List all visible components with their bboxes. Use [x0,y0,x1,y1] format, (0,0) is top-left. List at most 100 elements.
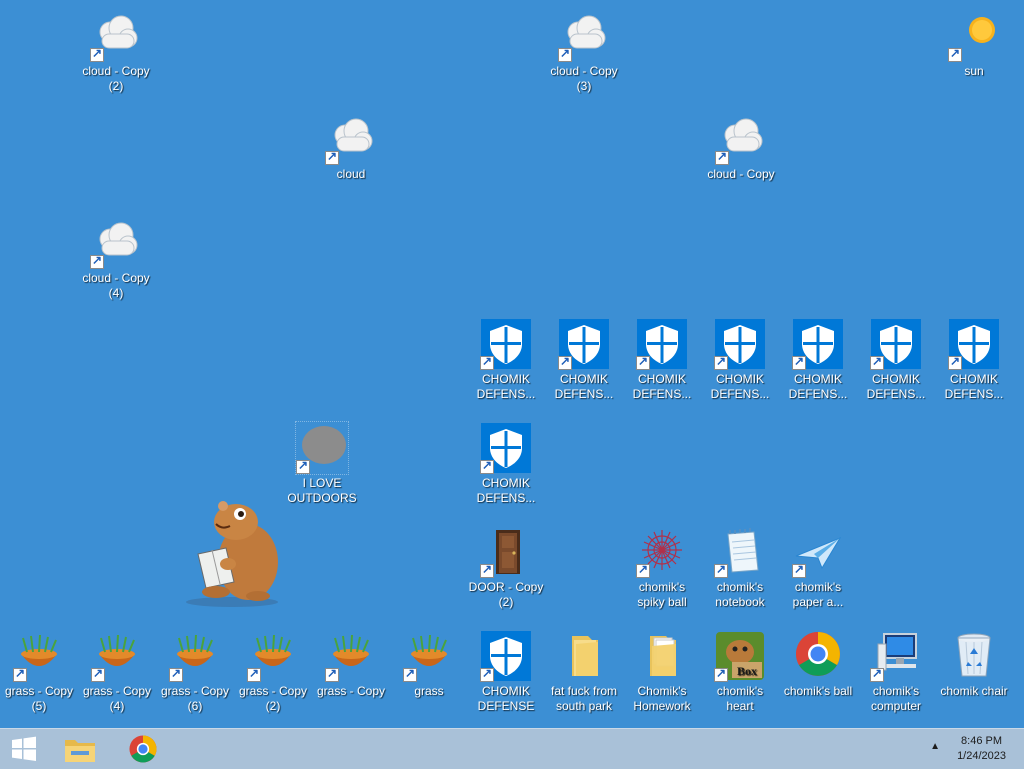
shortcut-arrow-icon [715,149,729,165]
desktop-icon-cloud-copy-3[interactable]: cloud - Copy (3) [546,10,622,94]
desktop-icon-door-copy-2[interactable]: DOOR - Copy (2) [468,526,544,610]
desktop-icon-grass-copy-5[interactable]: grass - Copy (5) [1,630,77,714]
shield-icon [792,318,844,370]
cloud-icon [90,10,142,62]
shortcut-arrow-icon [480,666,494,682]
chrome-taskbar-button[interactable] [119,729,167,769]
grass-basket-icon [403,630,455,682]
icon-label: CHOMIK DEFENS... [944,372,1004,401]
icon-label: CHOMIK DEFENS... [866,372,926,401]
shortcut-arrow-icon [247,666,261,682]
icon-label: fat fuck from south park [550,684,618,713]
desktop-icon-chomik-defense-7[interactable]: CHOMIK DEFENS... [936,318,1012,402]
shortcut-arrow-icon [90,46,104,62]
desktop-icon-i-love-outdoors[interactable]: I LOVE OUTDOORS [284,421,360,506]
folder-documents-icon [636,630,688,682]
desktop-icon-fat-fuck-folder[interactable]: fat fuck from south park [546,630,622,714]
paper-airplane-icon [792,526,844,578]
shortcut-arrow-icon [870,666,884,682]
hamster-reading-sticker [176,492,286,608]
grass-basket-icon [91,630,143,682]
windows-logo-icon [12,736,36,761]
desktop-icon-chomiks-homework[interactable]: Chomik's Homework [624,630,700,714]
grass-basket-icon [13,630,65,682]
svg-text:Box: Box [737,664,757,678]
icon-label: sun [964,64,984,78]
desktop-icon-chomik-defense-5[interactable]: CHOMIK DEFENS... [780,318,856,402]
icon-label: CHOMIK DEFENS... [710,372,770,401]
desktop-icon-chomik-defense-6[interactable]: CHOMIK DEFENS... [858,318,934,402]
desktop-icon-chomik-defense-2[interactable]: CHOMIK DEFENS... [546,318,622,402]
desktop-icon-cloud-copy-4[interactable]: cloud - Copy (4) [78,217,154,301]
icon-label: chomik chair [940,684,1008,698]
desktop-icon-chomiks-spiky-ball[interactable]: chomik's spiky ball [624,526,700,610]
desktop-icon-chomiks-computer[interactable]: chomik's computer [858,630,934,714]
shortcut-arrow-icon [948,46,962,62]
chrome-icon [129,735,157,763]
shortcut-arrow-icon [90,253,104,269]
spiky-ball-icon [636,526,688,578]
icon-label: CHOMIK DEFENS... [632,372,692,401]
cloud-icon [715,113,767,165]
desktop-icon-grass-copy-6[interactable]: grass - Copy (6) [157,630,233,714]
icon-label: I LOVE OUTDOORS [287,476,357,505]
icon-label: cloud - Copy (3) [550,64,618,93]
desktop-icon-chomik-defense-8[interactable]: CHOMIK DEFENS... [468,422,544,506]
desktop-icon-cloud[interactable]: cloud [313,113,389,182]
start-button[interactable] [0,729,48,769]
shortcut-arrow-icon [558,46,572,62]
icon-label: CHOMIK DEFENS... [476,476,536,505]
shortcut-arrow-icon [792,562,806,578]
shield-icon [636,318,688,370]
icon-label: DOOR - Copy (2) [468,580,544,609]
desktop-icon-chomik-defense-1[interactable]: CHOMIK DEFENS... [468,318,544,402]
desktop-icon-chomiks-paper-airplane[interactable]: chomik's paper a... [780,526,856,610]
shortcut-arrow-icon [714,666,728,682]
file-explorer-taskbar-button[interactable] [56,729,104,769]
desktop-icon-sun[interactable]: sun [936,10,1012,79]
icon-label: cloud [336,167,366,181]
desktop-icon-chomik-defense-9[interactable]: CHOMIK DEFENSE [468,630,544,714]
cloud-icon [558,10,610,62]
icon-label: grass - Copy [316,684,386,698]
sun-icon [948,10,1000,62]
icon-label: CHOMIK DEFENS... [554,372,614,401]
desktop-icon-grass-copy-4[interactable]: grass - Copy (4) [79,630,155,714]
icon-label: chomik's paper a... [792,580,844,609]
icon-label: CHOMIK DEFENS... [476,372,536,401]
recycle-bin-icon [948,630,1000,682]
shortcut-arrow-icon [480,458,494,474]
taskbar: ▲ 8:46 PM 1/24/2023 [0,728,1024,769]
shortcut-arrow-icon [91,666,105,682]
desktop-icon-grass-copy[interactable]: grass - Copy [313,630,389,699]
desktop-icon-cloud-copy-2[interactable]: cloud - Copy (2) [78,10,154,94]
clock-time: 8:46 PM [961,735,1003,747]
shortcut-arrow-icon [792,354,806,370]
desktop-icon-chomik-defense-4[interactable]: CHOMIK DEFENS... [702,318,778,402]
hamster-box-icon: Box [714,630,766,682]
shortcut-arrow-icon [948,354,962,370]
show-hidden-icons-button[interactable]: ▲ [930,741,940,752]
desktop-icon-chomiks-ball[interactable]: chomik's ball [780,630,856,699]
desktop-icon-grass-copy-2[interactable]: grass - Copy (2) [235,630,311,714]
clock-date: 1/24/2023 [957,750,1006,762]
desktop: cloud - Copy (2) cloud - Copy (3) sun cl… [0,0,1024,728]
shortcut-arrow-icon [296,458,310,474]
icon-label: grass - Copy (2) [238,684,308,713]
shortcut-arrow-icon [714,562,728,578]
desktop-icon-chomiks-heart[interactable]: Box chomik's heart [702,630,778,714]
desktop-icon-chomik-chair[interactable]: chomik chair [936,630,1012,699]
desktop-icon-chomiks-notebook[interactable]: chomik's notebook [702,526,778,610]
notebook-icon [714,526,766,578]
system-clock[interactable]: 8:46 PM 1/24/2023 [957,734,1006,764]
shortcut-arrow-icon [636,562,650,578]
desktop-icon-cloud-copy[interactable]: cloud - Copy [703,113,779,182]
desktop-icon-grass[interactable]: grass [391,630,467,699]
folder-icon [558,630,610,682]
icon-label: grass - Copy (6) [160,684,230,713]
shortcut-arrow-icon [714,354,728,370]
icon-label: chomik's notebook [715,580,765,609]
shortcut-arrow-icon [325,666,339,682]
shield-icon [714,318,766,370]
desktop-icon-chomik-defense-3[interactable]: CHOMIK DEFENS... [624,318,700,402]
